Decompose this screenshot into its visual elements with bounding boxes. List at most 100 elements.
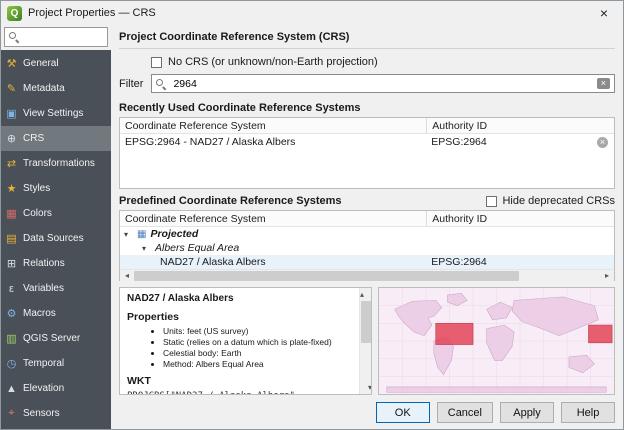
recent-table-header: Coordinate Reference System Authority ID [120, 118, 614, 134]
sidebar-item-macros[interactable]: ⚙ Macros [1, 301, 111, 326]
scroll-right-icon[interactable]: ▸ [600, 271, 614, 280]
tree-label: Projected [150, 228, 198, 240]
clear-filter-icon[interactable]: × [597, 78, 610, 89]
tree-label: Albers Equal Area [155, 242, 239, 254]
server-icon: ▥ [5, 332, 18, 345]
sidebar-item-label: CRS [23, 133, 44, 144]
filter-row: Filter × [119, 74, 615, 93]
sidebar-item-transformations[interactable]: ⇄ Transformations [1, 151, 111, 176]
crs-filter-input[interactable] [171, 77, 591, 91]
scrollbar-thumb[interactable] [361, 301, 371, 343]
vertical-scrollbar[interactable]: ▴ ▾ [359, 288, 371, 394]
color-grid-icon: ▦ [5, 207, 18, 220]
remove-recent-icon[interactable]: × [597, 137, 608, 148]
sidebar-item-label: QGIS Server [23, 333, 80, 344]
tree-row-nad27-alaska-albers[interactable]: NAD27 / Alaska Albers EPSG:2964 [120, 255, 614, 269]
sidebar-item-crs[interactable]: ⊕ CRS [1, 126, 111, 151]
table-row[interactable]: EPSG:2964 - NAD27 / Alaska Albers EPSG:2… [120, 134, 614, 150]
wkt-heading: WKT [127, 375, 355, 387]
sidebar-item-styles[interactable]: ★ Styles [1, 176, 111, 201]
qgis-logo-icon: Q [7, 6, 22, 21]
no-crs-row: No CRS (or unknown/non-Earth projection) [151, 56, 615, 68]
recent-crs-authority-cell: EPSG:2964 × [426, 136, 614, 148]
sidebar-item-relations[interactable]: ⊞ Relations [1, 251, 111, 276]
sidebar-item-label: Colors [23, 208, 52, 219]
transform-arrows-icon: ⇄ [5, 157, 18, 170]
sidebar-item-view-settings[interactable]: ▣ View Settings [1, 101, 111, 126]
close-icon[interactable]: × [593, 5, 615, 21]
settings-search-input[interactable] [23, 31, 103, 44]
properties-heading: Properties [127, 311, 355, 323]
crs-filter-field: × [151, 74, 615, 93]
mountain-icon: ▲ [5, 383, 18, 395]
hide-deprecated-label: Hide deprecated CRSs [502, 195, 615, 207]
properties-list: Units: feet (US survey) Static (relies o… [127, 326, 355, 370]
hide-deprecated-checkbox[interactable] [486, 196, 497, 207]
project-properties-dialog: Q Project Properties — CRS × ⚒ General ✎… [0, 0, 624, 430]
sidebar-item-sensors[interactable]: ⌖ Sensors [1, 401, 111, 426]
sidebar-item-label: Temporal [23, 358, 64, 369]
settings-nav-list: ⚒ General ✎ Metadata ▣ View Settings ⊕ C… [1, 50, 111, 429]
tree-row-projected[interactable]: ▾ ▦ Projected [120, 227, 614, 241]
sidebar-item-metadata[interactable]: ✎ Metadata [1, 76, 111, 101]
epsilon-icon: ε [5, 283, 18, 295]
crs-details-panel: NAD27 / Alaska Albers Properties Units: … [119, 287, 372, 395]
property-item: Celestial body: Earth [163, 348, 355, 359]
crs-details-title: NAD27 / Alaska Albers [127, 293, 355, 304]
wkt-line: PROJCRS["NAD27 / Alaska Albers", [127, 390, 355, 395]
sidebar-item-label: Transformations [23, 158, 95, 169]
recent-section-title: Recently Used Coordinate Reference Syste… [119, 102, 615, 114]
property-item: Static (relies on a datum which is plate… [163, 337, 355, 348]
recent-crs-name: EPSG:2964 - NAD27 / Alaska Albers [120, 136, 426, 148]
column-header-crs[interactable]: Coordinate Reference System [120, 120, 426, 132]
help-button[interactable]: Help [561, 402, 615, 423]
recent-crs-table: Coordinate Reference System Authority ID… [119, 117, 615, 189]
predefined-section-title: Predefined Coordinate Reference Systems [119, 195, 342, 207]
scroll-up-icon[interactable]: ▴ [360, 290, 364, 299]
sidebar-item-label: Data Sources [23, 233, 84, 244]
predefined-header-row: Predefined Coordinate Reference Systems … [119, 195, 615, 207]
clock-icon: ◷ [5, 357, 18, 370]
column-header-crs[interactable]: Coordinate Reference System [120, 213, 426, 225]
sidebar-item-variables[interactable]: ε Variables [1, 276, 111, 301]
no-crs-label: No CRS (or unknown/non-Earth projection) [168, 56, 378, 68]
column-header-authority[interactable]: Authority ID [426, 118, 614, 133]
ok-button[interactable]: OK [376, 402, 430, 423]
apply-button[interactable]: Apply [500, 402, 554, 423]
sidebar-item-elevation[interactable]: ▲ Elevation [1, 376, 111, 401]
column-header-authority[interactable]: Authority ID [426, 211, 614, 226]
chevron-down-icon[interactable]: ▾ [142, 244, 151, 253]
sidebar-item-label: Variables [23, 283, 64, 294]
scrollbar-thumb[interactable] [134, 271, 519, 281]
hide-deprecated-row: Hide deprecated CRSs [486, 195, 615, 207]
sidebar-item-qgis-server[interactable]: ▥ QGIS Server [1, 326, 111, 351]
sidebar-item-label: Sensors [23, 408, 60, 419]
horizontal-scrollbar[interactable]: ◂ ▸ [120, 269, 614, 281]
predefined-crs-table: Coordinate Reference System Authority ID… [119, 210, 615, 281]
dialog-body: ⚒ General ✎ Metadata ▣ View Settings ⊕ C… [1, 25, 623, 429]
search-icon [156, 79, 166, 89]
sidebar-item-data-sources[interactable]: ▤ Data Sources [1, 226, 111, 251]
sidebar-item-label: Metadata [23, 83, 65, 94]
tree-row-albers-equal-area[interactable]: ▾ Albers Equal Area [120, 241, 614, 255]
scroll-down-icon[interactable]: ▾ [364, 382, 372, 394]
sidebar-item-temporal[interactable]: ◷ Temporal [1, 351, 111, 376]
no-crs-checkbox[interactable] [151, 57, 162, 68]
sidebar-item-colors[interactable]: ▦ Colors [1, 201, 111, 226]
sidebar-item-general[interactable]: ⚒ General [1, 51, 111, 76]
globe-icon: ⊕ [5, 132, 18, 145]
monitor-icon: ▣ [5, 107, 18, 120]
settings-sidebar: ⚒ General ✎ Metadata ▣ View Settings ⊕ C… [1, 25, 111, 429]
property-item: Method: Albers Equal Area [163, 359, 355, 370]
scroll-left-icon[interactable]: ◂ [120, 271, 134, 280]
recent-crs-authority: EPSG:2964 [431, 136, 486, 148]
chevron-down-icon[interactable]: ▾ [124, 230, 133, 239]
gear-icon: ⚙ [5, 307, 18, 320]
cancel-button[interactable]: Cancel [437, 402, 493, 423]
paintbrush-icon: ★ [5, 182, 18, 195]
extent-highlight [436, 323, 473, 344]
property-item: Units: feet (US survey) [163, 326, 355, 337]
detail-area: NAD27 / Alaska Albers Properties Units: … [119, 287, 615, 395]
relations-table-icon: ⊞ [5, 257, 18, 270]
sidebar-search[interactable] [4, 27, 108, 47]
